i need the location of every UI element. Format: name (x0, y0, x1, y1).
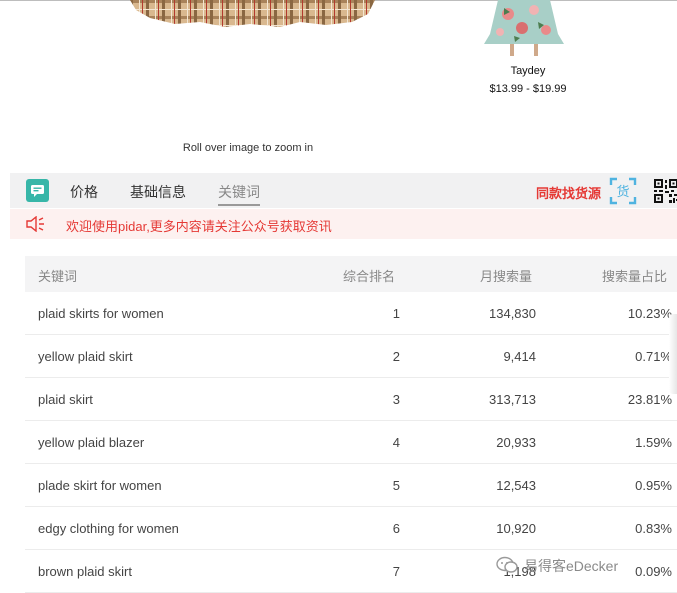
table-row: yellow plaid skirt 2 9,414 0.71% (25, 335, 677, 378)
share-cell: 0.71% (635, 349, 672, 364)
share-cell: 0.83% (635, 521, 672, 536)
column-header-rank[interactable]: 综合排名 (343, 266, 395, 285)
tab-keywords[interactable]: 关键词 (218, 182, 260, 202)
wechat-icon (496, 556, 518, 573)
table-row: plaid skirt 3 313,713 23.81% (25, 378, 677, 421)
scan-icon-glyph: 货 (616, 184, 629, 200)
volume-cell: 134,830 (489, 306, 536, 321)
watermark-text: 易得客eDecker (524, 558, 619, 574)
share-cell: 0.95% (635, 478, 672, 493)
active-tab-indicator (218, 204, 260, 206)
plugin-logo[interactable] (26, 179, 49, 202)
table-row: plaid skirts for women 1 134,830 10.23% (25, 292, 677, 335)
zoom-hint: Roll over image to zoom in (182, 142, 314, 154)
notice-bar: 欢迎使用pidar,更多内容请关注公众号获取资讯 (10, 209, 677, 239)
volume-cell: 10,920 (496, 521, 536, 536)
column-header-volume-share[interactable]: 搜索量占比 (602, 266, 667, 285)
keyword-cell[interactable]: plaid skirt (38, 392, 93, 407)
speaker-icon (26, 216, 44, 232)
share-cell: 23.81% (627, 392, 672, 407)
qr-code-icon[interactable] (654, 179, 677, 203)
volume-cell: 9,414 (503, 349, 536, 364)
volume-cell: 12,543 (496, 478, 536, 493)
rank-cell: 7 (392, 564, 400, 579)
volume-cell: 313,713 (489, 392, 536, 407)
tab-price[interactable]: 价格 (70, 182, 98, 202)
product-price: $13.99 - $19.99 (489, 83, 567, 95)
keyword-cell[interactable]: edgy clothing for women (38, 521, 179, 536)
plugin-toolbar: 价格 基础信息 关键词 同款找货源 货 (10, 173, 677, 208)
keyword-cell[interactable]: plaid skirts for women (38, 306, 164, 321)
find-supply-button[interactable]: 同款找货源 (536, 183, 601, 202)
watermark: 易得客eDecker (496, 553, 671, 577)
table-row: yellow plaid blazer 4 20,933 1.59% (25, 421, 677, 464)
rank-cell: 3 (392, 392, 400, 407)
scan-supply-icon[interactable]: 货 (609, 177, 637, 205)
keyword-cell[interactable]: brown plaid skirt (38, 564, 132, 579)
floral-dress-image[interactable] (478, 0, 570, 58)
rank-cell: 2 (392, 349, 400, 364)
keyword-cell[interactable]: plade skirt for women (38, 478, 162, 493)
keyword-cell[interactable]: yellow plaid blazer (38, 435, 144, 450)
volume-cell: 20,933 (496, 435, 536, 450)
rank-cell: 6 (392, 521, 400, 536)
keyword-table-header: 关键词 综合排名 月搜索量 搜索量占比 (25, 256, 677, 292)
tab-basic-info[interactable]: 基础信息 (130, 182, 186, 202)
rank-cell: 4 (392, 435, 400, 450)
share-cell: 1.59% (635, 435, 672, 450)
rank-cell: 1 (392, 306, 400, 321)
rank-cell: 5 (392, 478, 400, 493)
table-row: edgy clothing for women 6 10,920 0.83% (25, 507, 677, 550)
plaid-skirt-image[interactable] (130, 0, 375, 28)
scrollbar-edge[interactable] (669, 314, 677, 394)
column-header-monthly-volume[interactable]: 月搜索量 (480, 266, 532, 285)
share-cell: 10.23% (627, 306, 672, 321)
keyword-cell[interactable]: yellow plaid skirt (38, 349, 133, 364)
table-row: plade skirt for women 5 12,543 0.95% (25, 464, 677, 507)
product-name[interactable]: Taydey (478, 65, 578, 77)
notice-text[interactable]: 欢迎使用pidar,更多内容请关注公众号获取资讯 (66, 216, 332, 235)
column-header-keyword: 关键词 (38, 269, 78, 284)
chat-icon (31, 185, 44, 197)
